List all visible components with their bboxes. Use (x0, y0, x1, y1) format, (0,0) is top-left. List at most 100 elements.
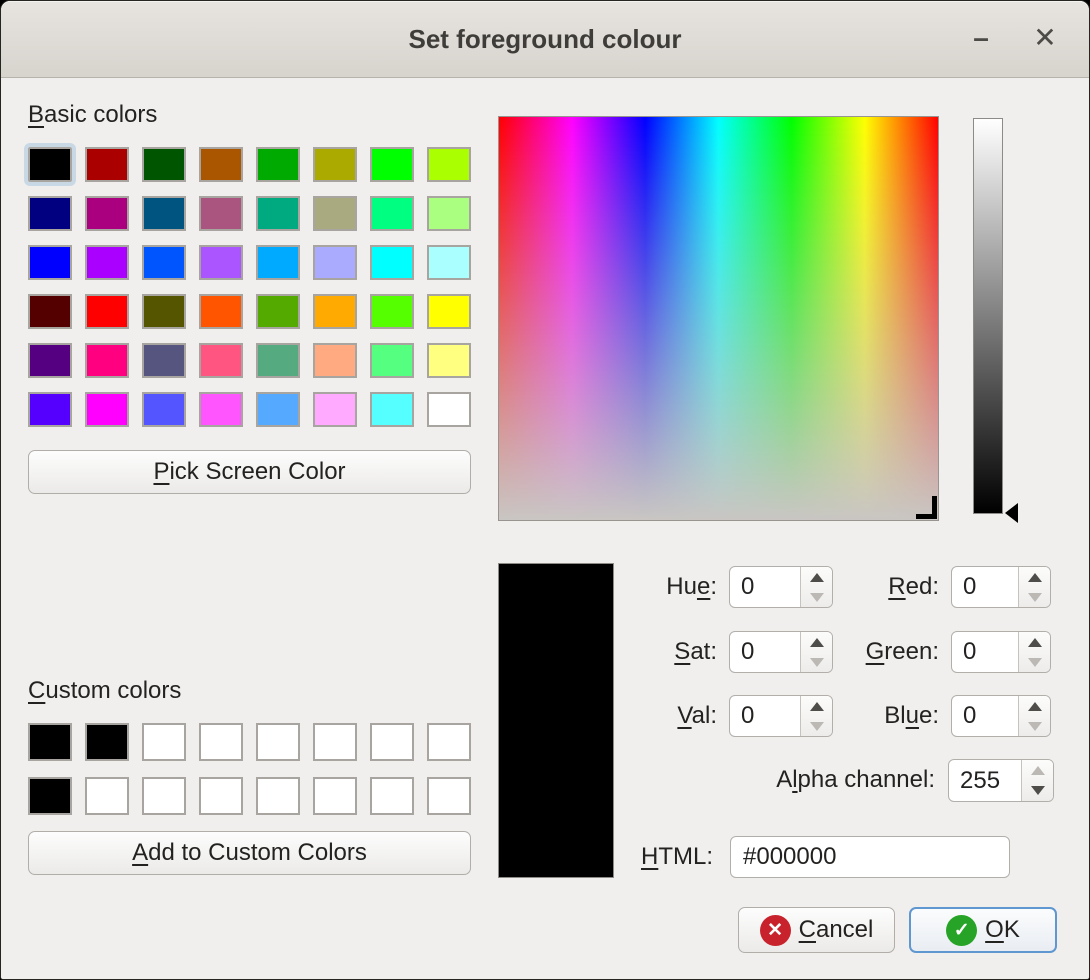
basic-color-swatch[interactable] (28, 147, 72, 182)
custom-color-swatch[interactable] (142, 777, 186, 815)
html-input[interactable] (730, 836, 1010, 878)
basic-color-swatch[interactable] (313, 245, 357, 280)
blue-spinner-down[interactable] (1019, 716, 1050, 736)
alpha-spinner-down[interactable] (1022, 781, 1053, 802)
red-input[interactable] (952, 567, 1018, 607)
custom-color-swatch[interactable] (256, 777, 300, 815)
custom-color-swatch[interactable] (370, 723, 414, 761)
hue-spinner-up[interactable] (801, 567, 832, 587)
sat-spinner-down[interactable] (801, 652, 832, 672)
basic-color-swatch[interactable] (370, 294, 414, 329)
basic-color-swatch[interactable] (85, 196, 129, 231)
basic-color-swatch[interactable] (85, 294, 129, 329)
hue-sat-area[interactable] (498, 116, 939, 521)
val-spinbox (729, 695, 833, 737)
basic-color-swatch[interactable] (28, 245, 72, 280)
val-input[interactable] (730, 696, 800, 736)
value-slider-arrow[interactable] (1005, 503, 1018, 523)
red-spinner-down[interactable] (1019, 587, 1050, 607)
ok-button[interactable]: ✓ OK (909, 907, 1057, 953)
basic-color-swatch[interactable] (427, 245, 471, 280)
basic-color-swatch[interactable] (313, 294, 357, 329)
basic-color-swatch[interactable] (28, 343, 72, 378)
custom-color-swatch[interactable] (199, 777, 243, 815)
blue-spinner-up[interactable] (1019, 696, 1050, 716)
hue-spinner-down[interactable] (801, 587, 832, 607)
basic-color-swatch[interactable] (28, 294, 72, 329)
basic-color-swatch[interactable] (427, 392, 471, 427)
cancel-button[interactable]: ✕ Cancel (738, 907, 895, 953)
basic-color-swatch[interactable] (427, 196, 471, 231)
green-spinner-up[interactable] (1019, 632, 1050, 652)
custom-color-swatch[interactable] (142, 723, 186, 761)
red-spinner-up[interactable] (1019, 567, 1050, 587)
basic-color-swatch[interactable] (85, 343, 129, 378)
blue-input[interactable] (952, 696, 1018, 736)
titlebar[interactable]: Set foreground colour – ✕ (1, 1, 1089, 78)
color-dialog-window: Set foreground colour – ✕ Basic colors P… (0, 0, 1090, 980)
custom-color-swatch[interactable] (85, 777, 129, 815)
basic-color-swatch[interactable] (85, 245, 129, 280)
sat-input[interactable] (730, 632, 800, 672)
pick-screen-color-button[interactable]: Pick Screen Color (28, 450, 471, 494)
basic-color-swatch[interactable] (256, 392, 300, 427)
basic-color-swatch[interactable] (85, 147, 129, 182)
basic-color-swatch[interactable] (370, 392, 414, 427)
crosshair-marker (916, 514, 937, 519)
close-button[interactable]: ✕ (1023, 1, 1067, 77)
custom-color-swatch[interactable] (28, 723, 72, 761)
custom-color-swatch[interactable] (199, 723, 243, 761)
basic-color-swatch[interactable] (427, 343, 471, 378)
basic-color-swatch[interactable] (199, 245, 243, 280)
custom-color-swatch[interactable] (28, 777, 72, 815)
basic-color-swatch[interactable] (313, 196, 357, 231)
basic-color-swatch[interactable] (370, 196, 414, 231)
custom-color-swatch[interactable] (85, 723, 129, 761)
basic-color-swatch[interactable] (142, 196, 186, 231)
minimize-button[interactable]: – (959, 1, 1003, 77)
basic-color-swatch[interactable] (199, 294, 243, 329)
basic-color-swatch[interactable] (256, 196, 300, 231)
alpha-input[interactable] (949, 760, 1021, 801)
hue-input[interactable] (730, 567, 800, 607)
ok-label: OK (985, 916, 1020, 944)
basic-color-swatch[interactable] (199, 196, 243, 231)
custom-color-swatch[interactable] (370, 777, 414, 815)
custom-color-swatch[interactable] (427, 777, 471, 815)
custom-color-swatch[interactable] (313, 723, 357, 761)
add-to-custom-colors-button[interactable]: Add to Custom Colors (28, 831, 471, 875)
custom-color-swatch[interactable] (427, 723, 471, 761)
basic-color-swatch[interactable] (199, 392, 243, 427)
green-input[interactable] (952, 632, 1018, 672)
basic-color-swatch[interactable] (85, 392, 129, 427)
basic-color-swatch[interactable] (427, 147, 471, 182)
basic-color-swatch[interactable] (256, 147, 300, 182)
basic-color-swatch[interactable] (370, 343, 414, 378)
basic-color-swatch[interactable] (313, 147, 357, 182)
basic-color-swatch[interactable] (427, 294, 471, 329)
basic-color-swatch[interactable] (142, 245, 186, 280)
basic-color-swatch[interactable] (256, 343, 300, 378)
basic-color-swatch[interactable] (142, 294, 186, 329)
basic-color-swatch[interactable] (28, 392, 72, 427)
sat-spinner-up[interactable] (801, 632, 832, 652)
basic-color-swatch[interactable] (199, 147, 243, 182)
basic-color-swatch[interactable] (370, 245, 414, 280)
custom-color-swatch[interactable] (256, 723, 300, 761)
basic-color-swatch[interactable] (28, 196, 72, 231)
basic-color-swatch[interactable] (370, 147, 414, 182)
custom-color-swatch[interactable] (313, 777, 357, 815)
basic-color-swatch[interactable] (142, 147, 186, 182)
val-spinner-down[interactable] (801, 716, 832, 736)
value-slider[interactable] (973, 118, 1003, 514)
green-spinner-down[interactable] (1019, 652, 1050, 672)
basic-color-swatch[interactable] (256, 245, 300, 280)
basic-color-swatch[interactable] (256, 294, 300, 329)
basic-color-swatch[interactable] (313, 392, 357, 427)
val-spinner-up[interactable] (801, 696, 832, 716)
basic-color-swatch[interactable] (142, 343, 186, 378)
basic-color-swatch[interactable] (199, 343, 243, 378)
basic-color-swatch[interactable] (142, 392, 186, 427)
alpha-spinner-up[interactable] (1022, 760, 1053, 781)
basic-color-swatch[interactable] (313, 343, 357, 378)
